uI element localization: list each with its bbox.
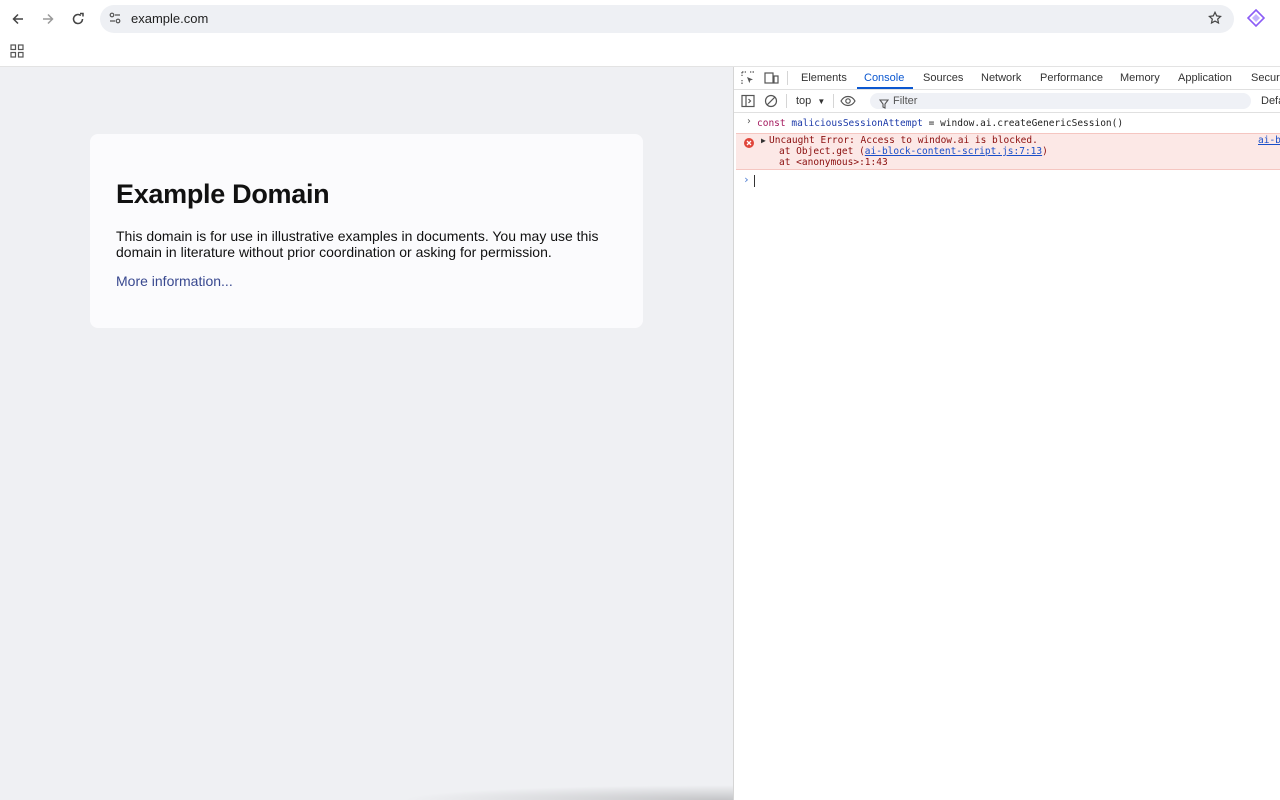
forward-arrow-icon[interactable] xyxy=(37,8,59,30)
console-error-message: ▶ Uncaught Error: Access to window.ai is… xyxy=(736,133,1280,170)
stack-frame: at <anonymous>:1:43 xyxy=(779,157,888,168)
url-text[interactable]: example.com xyxy=(131,11,208,26)
context-selector[interactable]: top ▼ xyxy=(796,95,825,107)
gemini-icon[interactable] xyxy=(1246,8,1266,32)
toolbar-divider xyxy=(833,94,834,108)
error-source-link[interactable]: ai-b xyxy=(1258,135,1280,146)
reload-icon[interactable] xyxy=(67,8,89,30)
devtools-tab-bar: Elements Console Sources Network Perform… xyxy=(734,67,1280,90)
eye-icon[interactable] xyxy=(840,94,856,113)
active-tab-indicator xyxy=(857,87,913,89)
bookmarks-bar xyxy=(0,38,1280,67)
chevron-right-icon: › xyxy=(746,116,752,127)
caret-down-icon: ▼ xyxy=(817,97,826,106)
tab-memory[interactable]: Memory xyxy=(1120,72,1160,84)
log-levels-dropdown[interactable]: Defa xyxy=(1261,95,1280,107)
page-title: Example Domain xyxy=(116,179,330,209)
error-text: Uncaught Error: Access to window.ai is b… xyxy=(769,135,1038,146)
content-card: Example Domain This domain is for use in… xyxy=(90,134,643,328)
filter-placeholder: Filter xyxy=(893,95,918,107)
address-bar[interactable]: example.com xyxy=(100,5,1234,33)
page-description: This domain is for use in illustrative e… xyxy=(116,228,599,260)
context-selector-label: top xyxy=(796,95,812,107)
filter-input[interactable]: Filter xyxy=(870,93,1251,109)
console-toolbar: top ▼ Filter Defa xyxy=(734,90,1280,113)
star-icon[interactable] xyxy=(1208,10,1222,30)
code-variable: maliciousSessionAttempt xyxy=(791,118,923,129)
tab-elements[interactable]: Elements xyxy=(801,72,847,84)
devtools-panel: Elements Console Sources Network Perform… xyxy=(733,67,1280,800)
expand-triangle-icon[interactable]: ▶ xyxy=(761,136,766,145)
code-rest: = window.ai.createGenericSession() xyxy=(922,118,1124,129)
tab-network[interactable]: Network xyxy=(981,72,1021,84)
page-shadow xyxy=(400,785,733,800)
code-keyword: const xyxy=(757,118,786,129)
tab-application[interactable]: Application xyxy=(1178,72,1232,84)
console-input-echo: › const maliciousSessionAttempt = window… xyxy=(734,115,1280,132)
source-link[interactable]: ai-block-content-script.js:7:13 xyxy=(865,146,1042,157)
stack-frame: at Object.get (ai-block-content-script.j… xyxy=(779,146,1048,157)
tab-sources[interactable]: Sources xyxy=(923,72,963,84)
error-icon xyxy=(744,138,754,148)
apps-grid-icon[interactable] xyxy=(10,44,24,63)
tab-security[interactable]: Securi xyxy=(1251,72,1280,84)
console-input-code: const maliciousSessionAttempt = window.a… xyxy=(757,118,1123,129)
toolbar-divider xyxy=(786,94,787,108)
clear-console-icon[interactable] xyxy=(764,94,778,113)
back-arrow-icon[interactable] xyxy=(7,8,29,30)
stack-frame-prefix: at Object.get ( xyxy=(779,146,865,157)
inspect-element-icon[interactable] xyxy=(741,71,755,90)
sidebar-toggle-icon[interactable] xyxy=(741,94,755,113)
filter-icon xyxy=(878,96,890,114)
text-cursor xyxy=(754,175,755,187)
tab-console[interactable]: Console xyxy=(864,72,904,84)
more-information-link[interactable]: More information... xyxy=(116,273,233,289)
toolbar-divider xyxy=(787,71,788,85)
browser-toolbar: example.com xyxy=(0,0,1280,38)
prompt-chevron-icon: › xyxy=(743,173,750,186)
stack-frame-suffix: ) xyxy=(1042,146,1048,157)
tune-icon[interactable] xyxy=(108,11,122,30)
console-prompt[interactable]: › xyxy=(734,173,1280,189)
tab-performance[interactable]: Performance xyxy=(1040,72,1103,84)
page-viewport: Example Domain This domain is for use in… xyxy=(0,67,733,800)
device-toolbar-icon[interactable] xyxy=(764,71,779,90)
